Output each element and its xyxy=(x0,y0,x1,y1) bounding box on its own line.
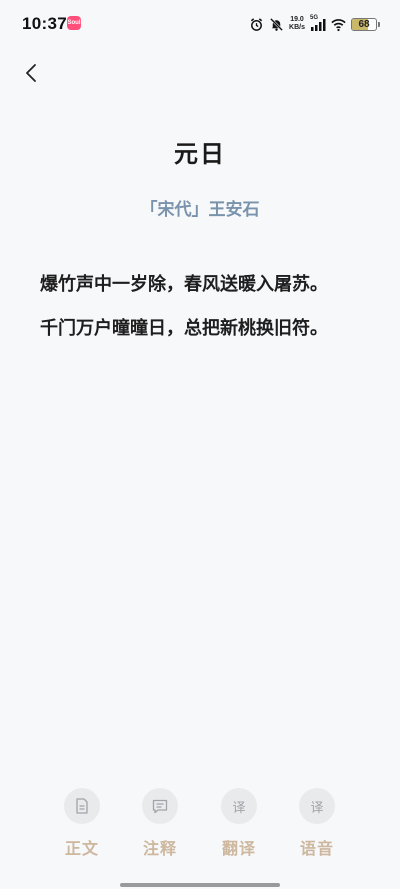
tab-label: 语音 xyxy=(299,839,334,858)
tab-translation[interactable]: 译 翻译 xyxy=(209,788,269,859)
tab-icon-circle xyxy=(142,788,178,824)
battery-level: 68 xyxy=(358,18,370,30)
document-icon xyxy=(76,798,88,814)
poem-line: 千门万户曈曈日，总把新桃换旧符。 xyxy=(40,318,328,339)
tab-annotation[interactable]: 注释 xyxy=(130,788,190,859)
poem-line: 爆竹声中一岁除，春风送暖入屠苏。 xyxy=(40,274,328,295)
tab-icon-circle xyxy=(64,788,100,824)
tab-label: 注释 xyxy=(142,839,177,858)
battery-icon: 68 xyxy=(351,17,377,31)
network-type: 5G xyxy=(310,14,319,21)
status-time: 10:37 xyxy=(22,14,67,33)
chevron-left-icon xyxy=(26,64,36,82)
translate-icon: 译 xyxy=(310,800,324,816)
poem-title: 元日 xyxy=(174,139,226,168)
wifi-icon xyxy=(331,18,346,31)
status-icons: 19.0 KB/s 5G 68 xyxy=(249,15,380,33)
tab-icon-circle: 译 xyxy=(299,788,335,824)
mute-bell-icon xyxy=(270,17,284,31)
poem-author: 「宋代」王安石 xyxy=(140,200,260,220)
home-indicator[interactable] xyxy=(120,883,280,887)
tab-label: 翻译 xyxy=(221,839,256,858)
tab-icon-circle: 译 xyxy=(221,788,257,824)
network-speed: 19.0 KB/s xyxy=(289,16,305,31)
status-bar: 10:37 Soul 19.0 KB/s 5G 68 xyxy=(0,0,400,48)
soul-app-icon: Soul xyxy=(67,16,81,30)
tab-audio[interactable]: 译 语音 xyxy=(287,788,347,859)
alarm-icon xyxy=(250,17,263,31)
back-button[interactable] xyxy=(18,60,44,86)
cellular-signal-icon: 5G xyxy=(310,14,326,32)
poem-body: 爆竹声中一岁除，春风送暖入屠苏。 千门万户曈曈日，总把新桃换旧符。 xyxy=(40,270,370,358)
tab-original-text[interactable]: 正文 xyxy=(52,788,112,859)
translate-icon: 译 xyxy=(232,800,246,816)
tab-label: 正文 xyxy=(64,839,99,858)
comment-icon xyxy=(152,799,168,813)
battery-cap xyxy=(378,21,380,27)
bottom-tab-bar: 正文 注释 译 翻译 译 语音 xyxy=(0,788,400,868)
